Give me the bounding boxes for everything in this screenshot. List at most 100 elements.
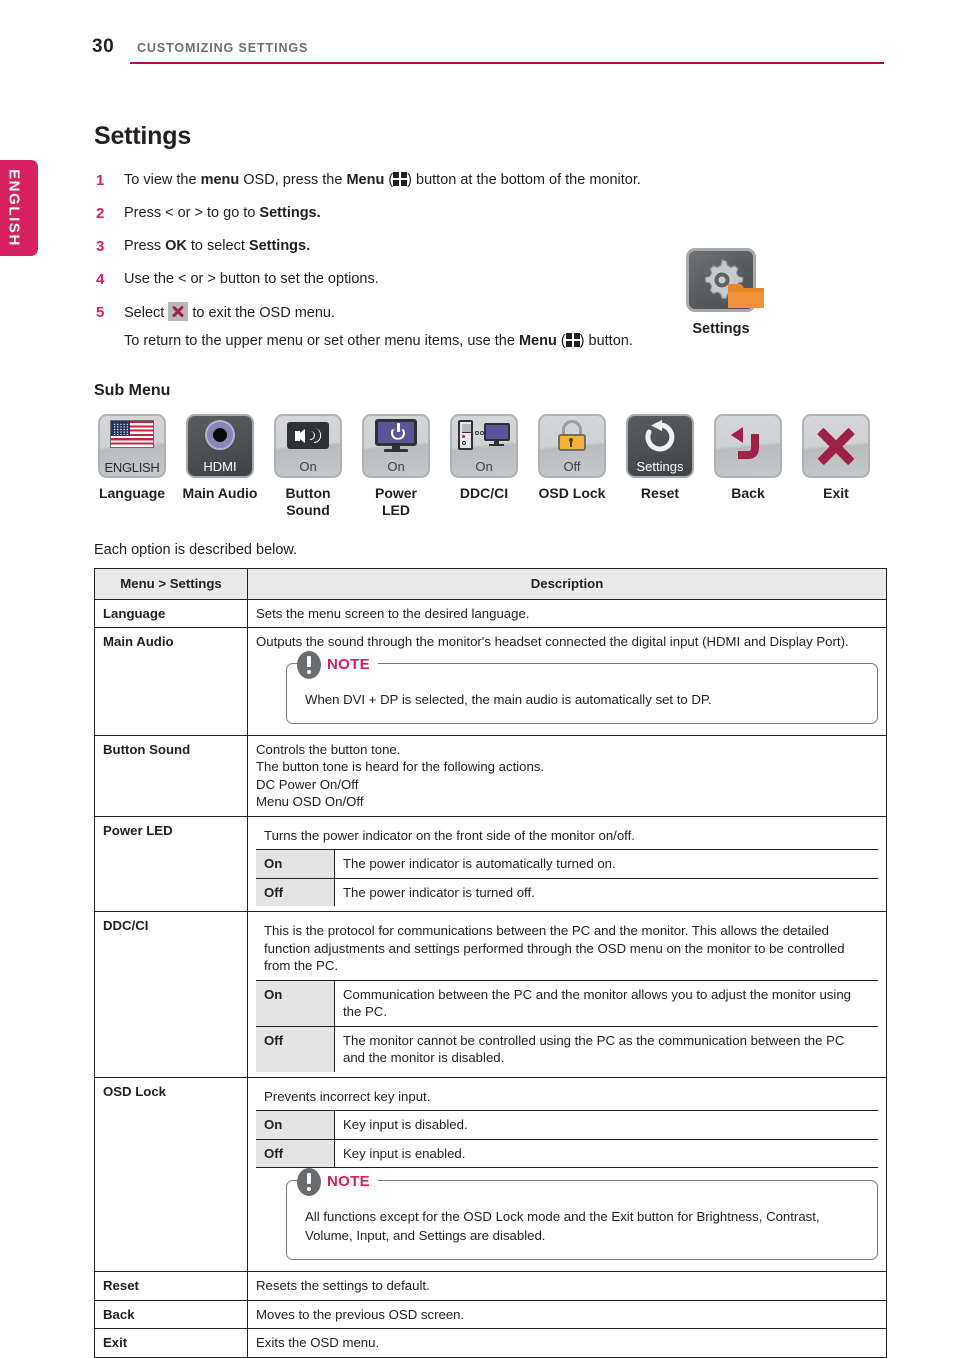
substep-bold-menu: Menu [518,333,557,349]
step-bold-ok: OK [165,238,187,254]
submenu-item-button-sound[interactable]: On Button Sound [264,414,352,519]
row-label-back: Back [94,1299,248,1329]
step-number: 5 [96,304,105,321]
note-body: All functions except for the OSD Lock mo… [305,1207,863,1245]
padlock-keyhole-slot [570,441,573,447]
monitor-power-icon [375,419,417,452]
flag-usa-icon [110,420,154,448]
note-box-osd-lock: NOTE All functions except for the OSD Lo… [286,1168,878,1260]
ddc-ci-icon-button[interactable]: On [450,414,518,478]
row-desc-ddc-ci-cell: This is the protocol for communications … [247,911,887,1078]
submenu-item-back[interactable]: Back [704,414,792,502]
power-led-on-label: On [256,849,335,879]
table-row-language: Language Sets the menu screen to the des… [94,598,887,628]
language-state-label: ENGLISH [104,460,160,475]
step-number: 4 [96,271,105,288]
ddc-monitor-screen [484,423,510,441]
submenu-item-osd-lock[interactable]: Off OSD Lock [528,414,616,502]
osd-lock-note-row: NOTE All functions except for the OSD Lo… [256,1168,878,1267]
submenu-caption-ddc-ci: DDC/CI [459,485,509,501]
osd-lock-desc-row: Prevents incorrect key input. [256,1082,878,1111]
row-label-ddc-ci: DDC/CI [94,911,248,1078]
speaker-wave-large [314,428,321,443]
pc-drive-bay [462,424,471,433]
reset-icon-button[interactable]: Settings [626,414,694,478]
power-led-off-desc: The power indicator is turned off. [334,877,878,906]
settings-illustration-caption: Settings [692,321,750,337]
each-option-text: Each option is described below. [94,542,298,558]
table-header-row: Menu > Settings Description [94,568,887,600]
table-header-description: Description [247,568,887,600]
osd-lock-note-cell: NOTE All functions except for the OSD Lo… [256,1168,878,1267]
ddc-ci-on-row: On Communication between the PC and the … [256,979,878,1027]
folder-icon [728,284,764,308]
row-label-power-led: Power LED [94,815,248,912]
language-side-tab-label: ENGLISH [5,169,23,247]
table-header-menu: Menu > Settings [94,568,248,600]
main-audio-icon-button[interactable]: HDMI [186,414,254,478]
note-header: NOTE [297,650,378,679]
submenu-item-main-audio[interactable]: HDMI Main Audio [176,414,264,502]
pc-power-led-dot [462,435,465,438]
back-arrow-icon [725,424,771,468]
step-text-part: Press [124,238,166,254]
row-desc-language: Sets the menu screen to the desired lang… [247,598,887,628]
submenu-caption-main-audio: Main Audio [182,485,258,501]
monitor-screen [375,419,417,446]
chapter-title: CUSTOMIZING SETTINGS [137,41,309,55]
submenu-item-power-led[interactable]: On Power LED [352,414,440,519]
note-exclamation-icon [297,650,321,679]
row-label-osd-lock: OSD Lock [94,1076,248,1272]
ddc-ci-off-label: Off [256,1025,335,1072]
reset-arrow-svg [645,420,675,452]
page-number: 30 [92,36,115,57]
back-arrow-svg [731,427,759,459]
settings-illustration: Settings [641,248,801,337]
note-box-main-audio: NOTE When DVI + DP is selected, the main… [286,650,878,724]
audio-jack-icon [207,422,233,448]
button-sound-icon-button[interactable]: On [274,414,342,478]
submenu-item-language[interactable]: ENGLISH Language [88,414,176,502]
submenu-item-ddc-ci[interactable]: On DDC/CI [440,414,528,502]
exit-icon-button[interactable] [802,414,870,478]
link-dot [475,431,479,435]
row-desc-button-sound: Controls the button tone. The button ton… [247,734,887,817]
substep-text-part: To return to the upper menu or set other… [124,333,519,349]
row-label-main-audio: Main Audio [94,627,248,736]
row-desc-exit: Exits the OSD menu. [247,1328,887,1358]
osd-lock-on-desc: Key input is disabled. [334,1110,878,1140]
row-label-reset: Reset [94,1271,248,1301]
pc-button-dot [462,441,466,445]
submenu-caption-back: Back [731,485,765,501]
table-row-button-sound: Button Sound Controls the button tone. T… [94,734,887,817]
osd-lock-icon-button[interactable]: Off [538,414,606,478]
row-label-exit: Exit [94,1328,248,1358]
power-led-state-label: On [387,459,405,474]
table-row-back: Back Moves to the previous OSD screen. [94,1299,887,1329]
ddc-ci-inner-table: This is the protocol for communications … [256,917,878,1072]
table-row-ddc-ci: DDC/CI This is the protocol for communic… [94,911,887,1078]
back-icon-button[interactable] [714,414,782,478]
step-text-part: to exit the OSD menu. [188,305,336,321]
submenu-caption-exit: Exit [823,485,849,501]
settings-gear-folder-icon [686,248,764,312]
submenu-caption-power-led: Power LED [374,485,417,518]
language-side-tab: ENGLISH [0,160,38,256]
submenu-item-exit[interactable]: Exit [792,414,880,502]
ddc-ci-on-desc: Communication between the PC and the mon… [334,979,878,1027]
power-led-icon-button[interactable]: On [362,414,430,478]
header-divider [130,62,884,64]
language-icon-button[interactable]: ENGLISH [98,414,166,478]
button-sound-line-3: DC Power On/Off [256,776,359,792]
note-body-text: All functions except for the OSD Lock mo… [305,1209,820,1243]
step-text: To view the menu OSD, press the Menu () … [124,172,641,188]
note-body: When DVI + DP is selected, the main audi… [305,690,863,709]
table-row-osd-lock: OSD Lock Prevents incorrect key input. O… [94,1076,887,1272]
row-desc-reset: Resets the settings to default. [247,1271,887,1301]
step-number: 3 [96,238,105,255]
table-row-main-audio: Main Audio Outputs the sound through the… [94,627,887,736]
button-sound-line-2: The button tone is heard for the followi… [256,759,545,774]
submenu-item-reset[interactable]: Settings Reset [616,414,704,502]
power-symbol-line [397,423,400,432]
substep-text-part: ) button. [579,333,633,349]
